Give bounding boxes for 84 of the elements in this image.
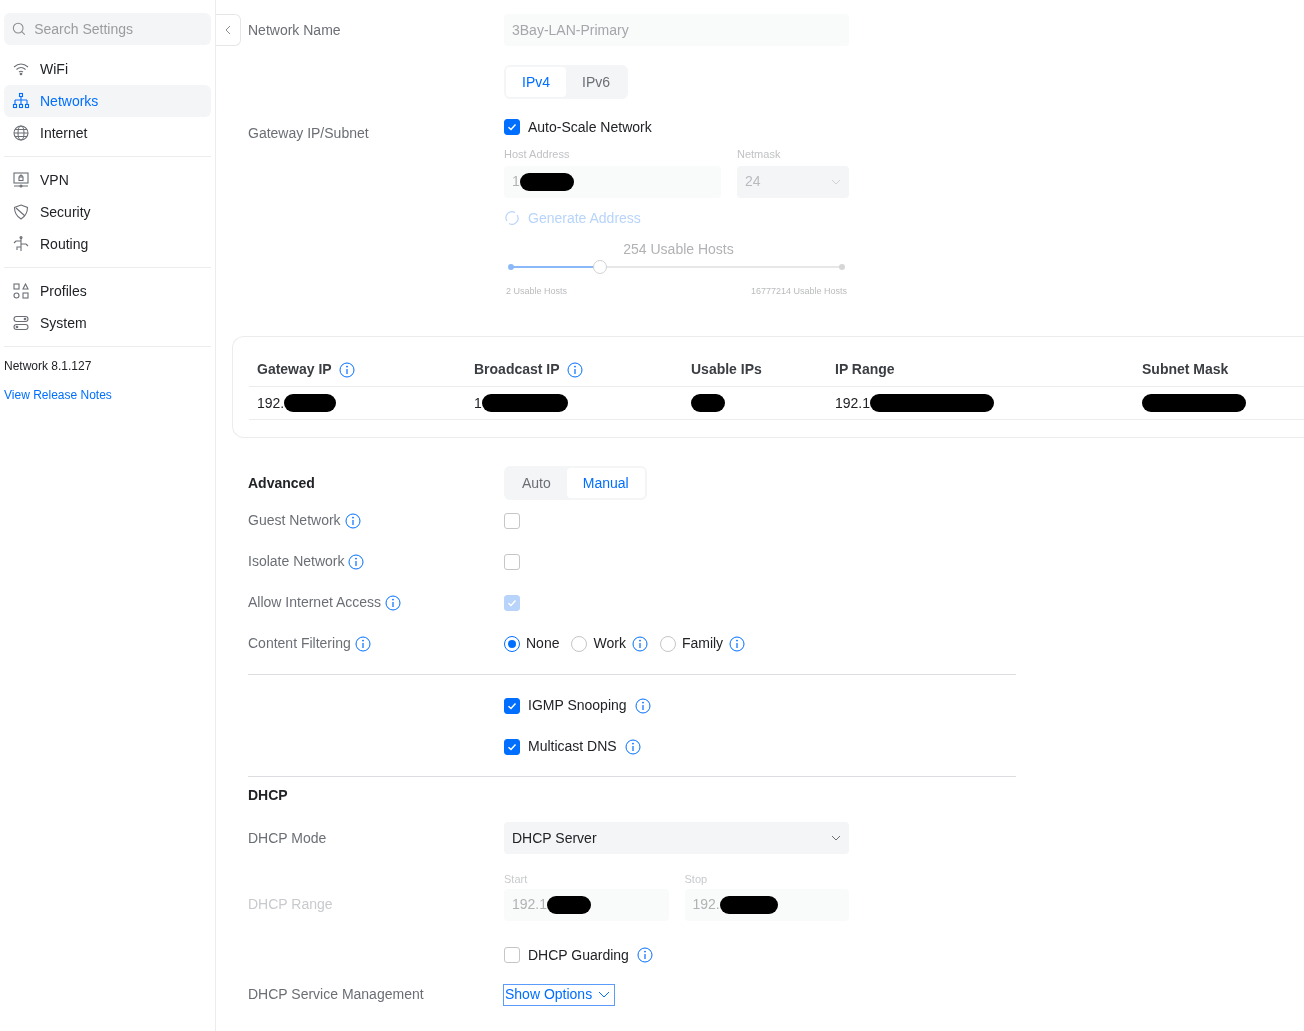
segment-tab[interactable]: Manual bbox=[566, 468, 645, 498]
chevron-down-icon bbox=[831, 835, 841, 841]
checkmark-icon bbox=[507, 741, 517, 752]
section-title: Advanced bbox=[248, 473, 315, 493]
segment-tab[interactable]: IPv4 bbox=[506, 67, 566, 97]
chevron-down-icon bbox=[598, 991, 611, 998]
radio-label: Family bbox=[681, 634, 724, 653]
checkmark-icon bbox=[507, 700, 517, 711]
checkmark-icon bbox=[507, 597, 517, 608]
checkbox-label: IGMP Snooping bbox=[528, 696, 627, 715]
checkbox-label: DHCP Guarding bbox=[528, 945, 629, 965]
sidebar-item[interactable]: Networks bbox=[4, 85, 211, 117]
search-input[interactable]: Search Settings bbox=[34, 18, 203, 40]
slider-min-label: 2 Usable Hosts bbox=[506, 284, 568, 298]
server-icon bbox=[12, 314, 30, 332]
field-label: Isolate Network bbox=[248, 552, 345, 571]
info-icon[interactable] bbox=[354, 635, 371, 652]
info-icon[interactable] bbox=[566, 361, 583, 378]
info-icon[interactable] bbox=[624, 738, 641, 755]
info-icon[interactable] bbox=[729, 635, 746, 652]
field-label: Allow Internet Access bbox=[248, 593, 382, 612]
sidebar-item[interactable]: Security bbox=[4, 196, 211, 228]
slider-thumb[interactable] bbox=[593, 259, 608, 274]
release-notes-link[interactable]: View Release Notes bbox=[4, 386, 211, 404]
checkbox-label: Multicast DNS bbox=[528, 737, 617, 756]
checkbox[interactable] bbox=[504, 512, 520, 529]
field-label: DHCP Service Management bbox=[248, 985, 424, 1004]
field-label: Netmask bbox=[737, 147, 782, 162]
segment-tab[interactable]: Auto bbox=[506, 468, 567, 498]
field-label: DHCP Mode bbox=[248, 828, 327, 848]
globe-icon bbox=[12, 124, 30, 142]
refresh-icon bbox=[504, 210, 520, 226]
info-icon[interactable] bbox=[631, 635, 648, 652]
checkbox-label: Auto-Scale Network bbox=[528, 117, 652, 137]
info-icon[interactable] bbox=[634, 697, 651, 714]
checkmark-icon bbox=[507, 122, 517, 132]
sidebar-item[interactable]: VPN bbox=[4, 164, 211, 196]
sidebar-item[interactable]: Profiles bbox=[4, 275, 211, 307]
table-cell-text: 1 bbox=[474, 393, 482, 413]
version-text: Network 8.1.127 bbox=[4, 358, 93, 375]
network-icon bbox=[12, 92, 30, 110]
field-label: Gateway IP/Subnet bbox=[248, 125, 369, 141]
table-cell-text: 192.1 bbox=[835, 393, 871, 413]
field-label: Content Filtering bbox=[248, 634, 351, 653]
info-icon[interactable] bbox=[348, 553, 365, 570]
column-header: IP Range bbox=[835, 360, 895, 379]
radio-label: None bbox=[526, 634, 560, 653]
checkbox[interactable] bbox=[504, 738, 520, 755]
chevron-down-icon bbox=[831, 178, 841, 185]
checkbox[interactable] bbox=[504, 553, 520, 570]
field-label: Host Address bbox=[504, 147, 571, 162]
table-cell-text: 192. bbox=[257, 393, 285, 413]
lock-monitor-icon bbox=[12, 171, 30, 189]
field-label: Guest Network bbox=[248, 511, 341, 530]
column-header: Usable IPs bbox=[691, 360, 762, 379]
search-field[interactable]: Search Settings bbox=[4, 13, 211, 45]
sidebar-item[interactable]: WiFi bbox=[4, 53, 211, 85]
sidebar-item[interactable]: Routing bbox=[4, 228, 211, 260]
dhcp-mode-select[interactable]: DHCP Server bbox=[504, 822, 849, 854]
sidebar-item[interactable]: System bbox=[4, 307, 211, 339]
checkbox[interactable] bbox=[504, 697, 520, 714]
radio-label: Work bbox=[593, 634, 626, 653]
routing-icon bbox=[12, 235, 30, 253]
shapes-icon bbox=[12, 282, 30, 300]
show-options-button[interactable]: Show Options bbox=[503, 983, 616, 1006]
info-icon[interactable] bbox=[344, 512, 361, 529]
network-name-field[interactable]: 3Bay-LAN-Primary bbox=[504, 14, 849, 46]
wifi-icon bbox=[12, 60, 30, 78]
field-label: Network Name bbox=[248, 20, 341, 40]
checkbox[interactable] bbox=[504, 947, 520, 963]
column-header: Broadcast IP bbox=[474, 360, 560, 379]
checkbox[interactable] bbox=[504, 119, 520, 135]
shield-icon bbox=[12, 203, 30, 221]
sidebar-item[interactable]: Internet bbox=[4, 117, 211, 149]
chevron-left-icon bbox=[224, 25, 232, 35]
slider-max-label: 16777214 Usable Hosts bbox=[750, 284, 847, 298]
segment-tab[interactable]: IPv6 bbox=[566, 67, 627, 97]
column-header: Subnet Mask bbox=[1142, 360, 1229, 379]
section-title: DHCP bbox=[248, 786, 289, 805]
column-header: Gateway IP bbox=[257, 360, 332, 379]
info-icon[interactable] bbox=[338, 361, 355, 378]
info-icon[interactable] bbox=[636, 947, 653, 963]
slider-reading: 254 Usable Hosts bbox=[622, 239, 735, 259]
search-icon bbox=[12, 21, 27, 37]
